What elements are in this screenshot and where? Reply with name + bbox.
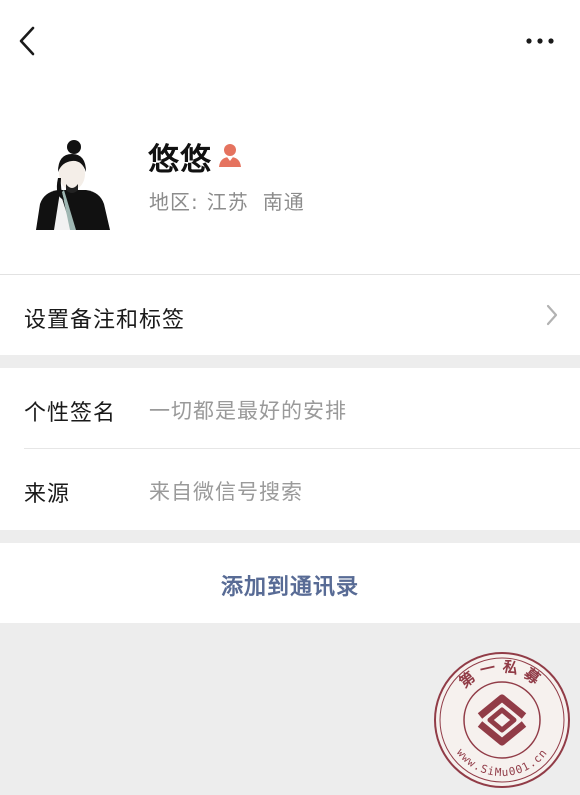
source-value: 来自微信号搜索	[149, 480, 303, 504]
avatar[interactable]	[30, 134, 112, 230]
female-user-icon	[219, 144, 241, 167]
signature-value: 一切都是最好的安排	[149, 399, 347, 423]
source-label: 来源	[24, 482, 71, 507]
contact-info-card: 个性签名 一切都是最好的安排 来源 来自微信号搜索	[0, 368, 580, 530]
top-navigation-bar	[0, 0, 580, 82]
chevron-right-icon	[546, 304, 558, 326]
signature-row: 个性签名 一切都是最好的安排	[0, 368, 580, 448]
region-province: 江苏	[206, 190, 249, 214]
watermark-seal: 第一私募 www.SiMu001.cn	[434, 652, 570, 788]
set-remark-and-tags-row[interactable]: 设置备注和标签	[0, 275, 580, 355]
signature-label: 个性签名	[24, 401, 117, 426]
region-info: 地区: 江苏 南通	[149, 186, 305, 215]
region-label: 地区:	[149, 190, 199, 214]
add-to-contacts-button[interactable]: 添加到通讯录	[0, 543, 580, 623]
add-to-contacts-label: 添加到通讯录	[220, 575, 359, 600]
more-dots-icon[interactable]	[522, 30, 558, 52]
chevron-left-icon[interactable]	[14, 24, 44, 58]
set-remark-label: 设置备注和标签	[24, 308, 186, 333]
profile-header: 悠悠 地区: 江苏 南通	[0, 82, 580, 275]
source-row: 来源 来自微信号搜索	[0, 449, 580, 529]
contact-name: 悠悠	[148, 142, 212, 178]
region-city: 南通	[262, 190, 305, 214]
